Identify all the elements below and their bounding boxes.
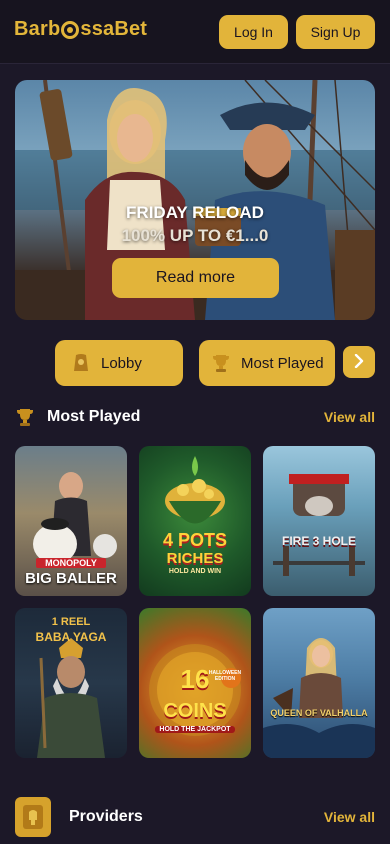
game-label-top: 16 (180, 664, 210, 694)
chevron-right-icon (354, 353, 364, 372)
game-card-baba-yaga[interactable]: 1 REEL BABA YAGA (15, 608, 127, 758)
trophy-icon (15, 407, 35, 427)
section-title: Providers (15, 797, 143, 837)
section-title: Most Played (15, 407, 140, 427)
next-tabs-button[interactable] (343, 346, 375, 378)
logo-text-end: ssaBet (80, 18, 148, 40)
game-label-top: 1 REEL (51, 616, 91, 628)
promo-banner[interactable]: FRIDAY RELOAD 100% UP TO €1...0 Read mor… (15, 80, 375, 320)
lobby-icon (71, 353, 91, 373)
game-label-main: COINS (163, 700, 227, 722)
game-label-sub: HOLD THE JACKPOT (155, 726, 235, 733)
game-label-main: BABA YAGA (35, 630, 107, 644)
banner-title: FRIDAY RELOAD (126, 203, 264, 222)
tab-lobby-label: Lobby (101, 354, 142, 372)
game-thumbnail (273, 474, 365, 576)
brand-logo[interactable]: Barb ssaBet (14, 18, 147, 41)
logo-text-start: Barb (14, 18, 61, 40)
most-played-view-all-link[interactable]: View all (324, 409, 375, 425)
top-bar: Barb ssaBet Log In Sign Up (0, 0, 390, 64)
ship-wheel-icon (61, 20, 80, 39)
trophy-icon (211, 353, 231, 373)
game-label-main: QUEEN OF VALHALLA (270, 708, 368, 718)
game-label-main: FIRE 3 HOLE (281, 534, 356, 548)
game-label-top: MONOPOLY (36, 558, 106, 568)
game-label-sub: HOLD AND WIN (168, 568, 222, 575)
game-card-4-pots-riches[interactable]: 4 POTS RICHES HOLD AND WIN (139, 446, 251, 596)
game-card-16-coins[interactable]: HALLOWEEN EDITION 16 COINS HOLD THE JACK… (139, 608, 251, 758)
banner-subtitle: 100% UP TO €1...0 (121, 226, 269, 245)
game-label-main: RICHES (166, 550, 224, 567)
game-label-main: BIG BALLER (25, 570, 117, 587)
game-card-fire-3-hole[interactable]: FIRE 3 HOLE (263, 446, 375, 596)
game-label-top: 4 POTS (162, 530, 228, 550)
providers-header: Providers View all (15, 796, 375, 838)
tab-most-played-label: Most Played (241, 354, 324, 372)
login-button[interactable]: Log In (219, 15, 288, 49)
signup-button[interactable]: Sign Up (296, 15, 375, 49)
providers-view-all-link[interactable]: View all (324, 809, 375, 825)
most-played-header: Most Played View all (15, 404, 375, 430)
most-played-title: Most Played (47, 408, 141, 425)
providers-icon (15, 797, 51, 837)
read-more-button[interactable]: Read more (112, 258, 279, 298)
game-card-monopoly[interactable]: MONOPOLY BIG BALLER (15, 446, 127, 596)
providers-title: Providers (69, 808, 143, 825)
tab-most-played[interactable]: Most Played (199, 340, 335, 386)
game-card-queen-of-valhalla[interactable]: QUEEN OF VALHALLA (263, 608, 375, 758)
game-thumbnail (263, 638, 375, 758)
tab-lobby[interactable]: Lobby (55, 340, 183, 386)
